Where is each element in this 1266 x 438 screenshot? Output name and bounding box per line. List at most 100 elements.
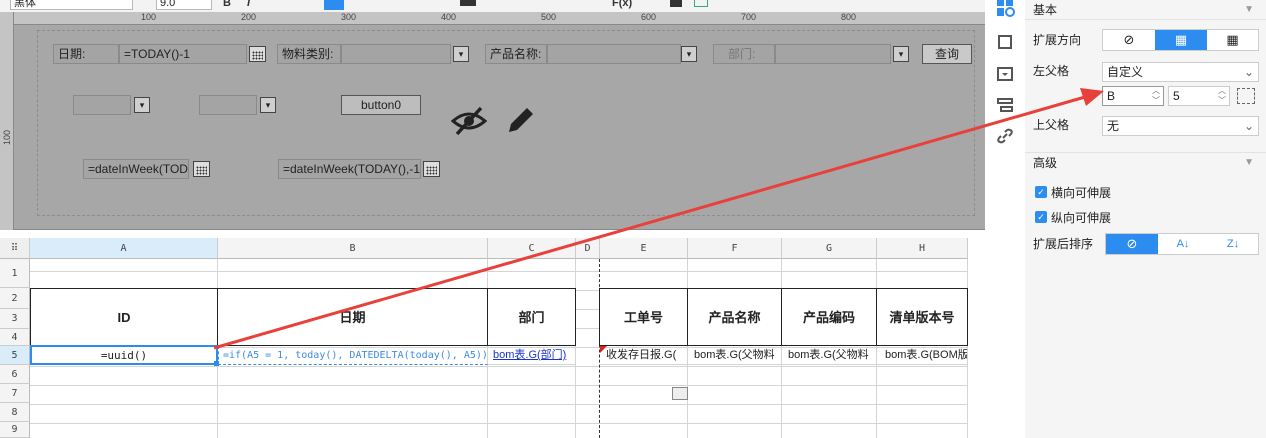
date-label: 日期: bbox=[53, 44, 119, 64]
align-left-icon[interactable] bbox=[305, 0, 319, 8]
dropdown-icon[interactable]: ▾ bbox=[260, 97, 276, 113]
bold-button[interactable]: B bbox=[223, 0, 231, 9]
stepper-icon[interactable]: ︿ ﹀ bbox=[1218, 86, 1226, 106]
cell-e5[interactable]: 收发存日报.G( bbox=[600, 346, 688, 365]
header-cell-id[interactable]: ID bbox=[30, 288, 218, 346]
horizontal-expand-icon[interactable]: ▦ bbox=[1207, 30, 1258, 50]
chevron-down-icon[interactable]: ⌄ bbox=[1244, 117, 1254, 135]
expand-direction-toggle[interactable]: ⊘ ▦ ▦ bbox=[1102, 29, 1259, 51]
align-right-icon[interactable] bbox=[349, 0, 363, 8]
stepper-icon[interactable]: ︿ ﹀ bbox=[1152, 86, 1160, 106]
font-color-icon[interactable] bbox=[460, 0, 476, 6]
dropdown-icon[interactable]: ▾ bbox=[453, 46, 469, 62]
cell-attr-icon[interactable] bbox=[995, 0, 1015, 18]
header-cell-product-name[interactable]: 产品名称 bbox=[687, 288, 782, 346]
formula-button[interactable]: F(x) bbox=[612, 0, 632, 9]
link-icon[interactable] bbox=[995, 126, 1015, 146]
header-cell-bom-version[interactable]: 清单版本号 bbox=[876, 288, 968, 346]
cell-h5[interactable]: bom表.G(BOM版 bbox=[877, 346, 968, 365]
param-field-1[interactable] bbox=[73, 95, 131, 115]
col-header-h[interactable]: H bbox=[877, 238, 968, 259]
dropdown-icon[interactable]: ▾ bbox=[893, 46, 909, 62]
header-cell-product-code[interactable]: 产品编码 bbox=[781, 288, 877, 346]
cell-f5[interactable]: bom表.G(父物料 bbox=[688, 346, 782, 365]
row-header[interactable]: 1 bbox=[0, 259, 30, 288]
section-basic[interactable]: 基本 ▼ bbox=[1025, 0, 1266, 20]
frame-icon[interactable] bbox=[995, 32, 1015, 52]
row-header[interactable]: 7 bbox=[0, 384, 30, 403]
edit-pencil-icon[interactable] bbox=[503, 104, 537, 138]
align-center-icon[interactable] bbox=[324, 0, 344, 10]
col-header-g[interactable]: G bbox=[782, 238, 877, 259]
chevron-down-icon[interactable]: ⌄ bbox=[1244, 63, 1254, 81]
left-parent-select[interactable]: 自定义 ⌄ bbox=[1102, 62, 1259, 82]
col-header-d[interactable]: D bbox=[576, 238, 600, 259]
italic-button[interactable]: I bbox=[247, 0, 250, 9]
cell-g5[interactable]: bom表.G(父物料 bbox=[782, 346, 877, 365]
row-header[interactable]: 4 bbox=[0, 329, 30, 346]
no-expand-icon[interactable]: ⊘ bbox=[1103, 30, 1155, 50]
sort-desc-icon[interactable]: Z↓ bbox=[1208, 234, 1258, 254]
font-name-select[interactable]: 黑体 bbox=[10, 0, 133, 10]
col-header-c[interactable]: C bbox=[488, 238, 576, 259]
calendar-icon[interactable] bbox=[249, 46, 266, 62]
row-header[interactable]: 8 bbox=[0, 403, 30, 422]
header-cell-dept[interactable]: 部门 bbox=[487, 288, 576, 346]
sort-asc-icon[interactable]: A↓ bbox=[1158, 234, 1208, 254]
product-label: 产品名称: bbox=[485, 44, 547, 64]
col-header-f[interactable]: F bbox=[688, 238, 782, 259]
chart-icon[interactable] bbox=[670, 0, 682, 7]
button0[interactable]: button0 bbox=[341, 95, 421, 115]
week-field-2[interactable]: =dateInWeek(TODAY(),-1 bbox=[278, 159, 421, 179]
ruler-tick-label: 800 bbox=[841, 12, 857, 22]
cell-a5[interactable]: =uuid() bbox=[30, 345, 218, 365]
row-header[interactable]: 6 bbox=[0, 365, 30, 384]
collapse-icon[interactable]: ▼ bbox=[1244, 153, 1254, 173]
image-icon[interactable] bbox=[694, 0, 708, 7]
sort-toggle[interactable]: ⊘ A↓ Z↓ bbox=[1105, 233, 1259, 255]
cell-properties-panel: 基本 ▼ 扩展方向 ⊘ ▦ ▦ 左父格 自定义 ⌄ B ︿ ﹀ 5 ︿ ﹀ 上父格 … bbox=[1025, 0, 1266, 438]
row-header[interactable]: 9 bbox=[0, 422, 30, 438]
hidden-eye-icon[interactable] bbox=[451, 104, 487, 138]
top-parent-select[interactable]: 无 ⌄ bbox=[1102, 116, 1259, 136]
col-header-e[interactable]: E bbox=[600, 238, 688, 259]
col-header-a[interactable]: A bbox=[30, 238, 218, 259]
date-field[interactable]: =TODAY()-1 bbox=[119, 44, 247, 64]
col-header-b[interactable]: B bbox=[218, 238, 488, 259]
no-sort-icon[interactable]: ⊘ bbox=[1106, 234, 1158, 254]
query-button[interactable]: 查询 bbox=[922, 44, 972, 64]
collapse-icon[interactable]: ▼ bbox=[1244, 0, 1254, 20]
selection-handle[interactable] bbox=[214, 361, 219, 366]
h-stretch-checkbox[interactable]: ✓ bbox=[1035, 186, 1047, 198]
dropdown-icon[interactable]: ▾ bbox=[134, 97, 150, 113]
widget-marker-icon bbox=[672, 387, 688, 400]
design-canvas: 日期: =TODAY()-1 物料类别: ▾ 产品名称: ▾ 部门: ▾ 查询 … bbox=[15, 26, 985, 229]
header-cell-order[interactable]: 工单号 bbox=[599, 288, 688, 346]
panel-icon-bar bbox=[985, 0, 1025, 438]
category-combo[interactable] bbox=[341, 44, 451, 64]
param-field-2[interactable] bbox=[199, 95, 257, 115]
section-advanced[interactable]: 高级 ▼ bbox=[1025, 152, 1266, 172]
row-header[interactable]: 5 bbox=[0, 346, 30, 365]
row-header[interactable]: 3 bbox=[0, 309, 30, 329]
product-combo[interactable] bbox=[547, 44, 681, 64]
calendar-icon[interactable] bbox=[193, 161, 210, 177]
pick-cell-icon[interactable] bbox=[1237, 88, 1255, 104]
v-stretch-checkbox[interactable]: ✓ bbox=[1035, 211, 1047, 223]
grid-corner[interactable]: ⠿ bbox=[0, 238, 30, 259]
ruler-tick-label: 200 bbox=[241, 12, 257, 22]
row-header[interactable]: 2 bbox=[0, 288, 30, 309]
header-cell-date[interactable]: 日期 bbox=[217, 288, 488, 346]
condition-icon[interactable] bbox=[995, 96, 1015, 116]
vertical-expand-icon[interactable]: ▦ bbox=[1155, 30, 1207, 50]
calendar-icon[interactable] bbox=[423, 161, 440, 177]
widget-icon[interactable] bbox=[995, 64, 1015, 84]
week-field-1[interactable]: =dateInWeek(TOD. bbox=[83, 159, 189, 179]
format-toolbar: 黑体 9.0 B I F(x) bbox=[0, 0, 985, 12]
dropdown-icon[interactable]: ▾ bbox=[681, 46, 697, 62]
cell-b5[interactable]: =if(A5 = 1, today(), DATEDELTA(today(), … bbox=[218, 346, 488, 365]
font-size-select[interactable]: 9.0 bbox=[156, 0, 212, 10]
section-basic-title: 基本 bbox=[1033, 3, 1058, 17]
cell-c5[interactable]: bom表.G(部门) bbox=[488, 346, 576, 365]
dept-combo[interactable] bbox=[775, 44, 891, 64]
